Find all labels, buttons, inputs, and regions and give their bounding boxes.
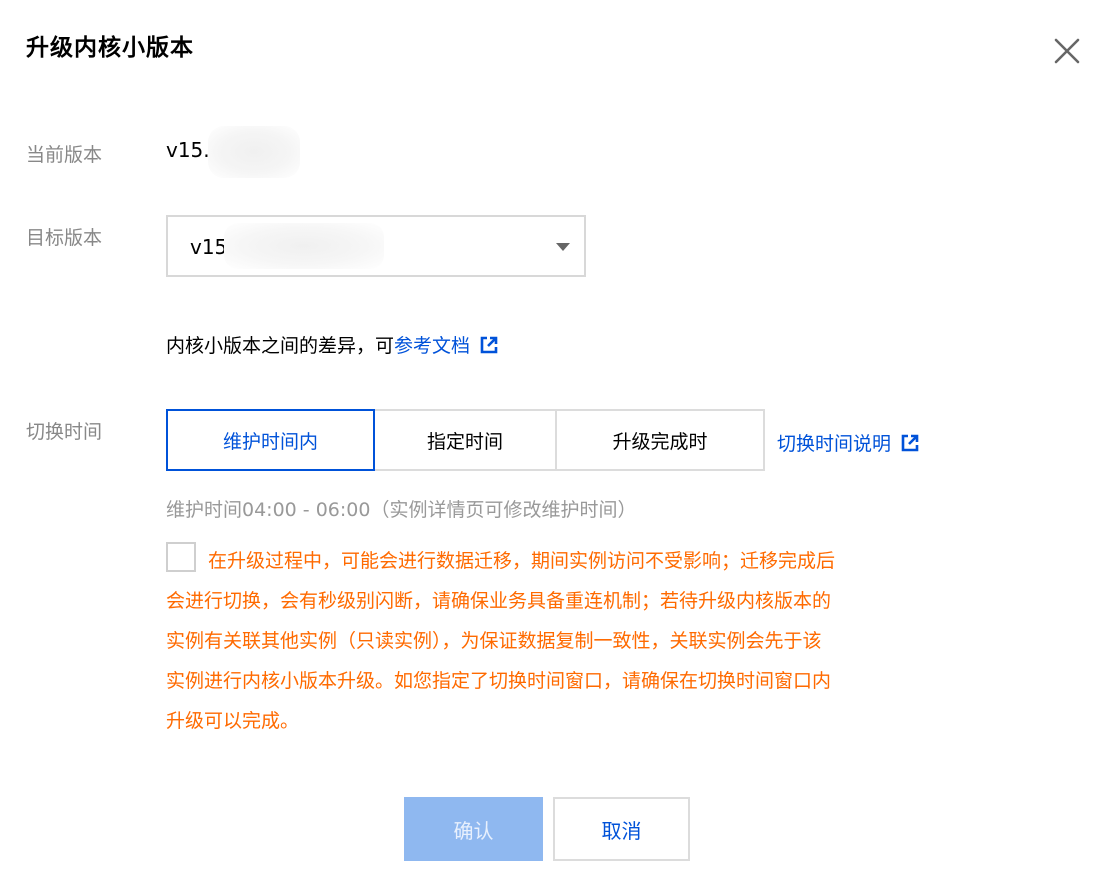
- warning-line-1: 在升级过程中，可能会进行数据迁移，期间实例访问不受影响；迁移完成后: [208, 550, 836, 572]
- external-link-icon[interactable]: [480, 336, 498, 354]
- warning-line-3: 实例有关联其他实例（只读实例），为保证数据复制一致性，关联实例会先于该: [166, 630, 822, 652]
- target-version-value: v15: [190, 235, 228, 259]
- switch-option-upon-completion[interactable]: 升级完成时: [555, 409, 765, 471]
- warning-line-2: 会进行切换，会有秒级别闪断，请确保业务具备重连机制；若待升级内核版本的: [166, 590, 832, 612]
- close-icon[interactable]: [1050, 34, 1084, 68]
- dialog-title: 升级内核小版本: [26, 35, 194, 61]
- switch-time-help-link[interactable]: 切换时间说明: [777, 433, 891, 455]
- target-version-select[interactable]: v15: [166, 215, 586, 277]
- target-version-label: 目标版本: [26, 227, 103, 249]
- warning-line-4: 实例进行内核小版本升级。如您指定了切换时间窗口，请确保在切换时间窗口内: [166, 670, 832, 692]
- switch-time-label: 切换时间: [26, 421, 103, 443]
- switch-option-maintenance-window[interactable]: 维护时间内: [166, 409, 375, 471]
- redacted-blur: [208, 126, 300, 178]
- upgrade-dialog: 升级内核小版本 当前版本 v15. 目标版本 v15 内核小版本之间的差异，可参…: [0, 0, 1096, 873]
- switch-time-help: 切换时间说明: [777, 429, 919, 456]
- current-version-value: v15.: [166, 138, 210, 162]
- chevron-down-icon: [556, 243, 570, 251]
- external-link-icon[interactable]: [901, 434, 919, 452]
- switch-option-specified-time[interactable]: 指定时间: [373, 409, 557, 471]
- maintenance-window-note: 维护时间04:00 - 06:00（实例详情页可修改维护时间）: [166, 499, 637, 521]
- confirm-button[interactable]: 确认: [404, 797, 543, 861]
- hint-text: 内核小版本之间的差异，可: [166, 335, 395, 357]
- cancel-button[interactable]: 取消: [553, 797, 690, 861]
- version-diff-hint: 内核小版本之间的差异，可参考文档: [166, 331, 498, 358]
- switch-time-segmented-control: 维护时间内 指定时间 升级完成时: [166, 409, 765, 471]
- redacted-blur: [224, 223, 384, 269]
- acknowledge-checkbox[interactable]: [166, 542, 196, 572]
- warning-line-5: 升级可以完成。: [166, 710, 300, 732]
- reference-doc-link[interactable]: 参考文档: [394, 335, 470, 357]
- current-version-label: 当前版本: [26, 144, 103, 166]
